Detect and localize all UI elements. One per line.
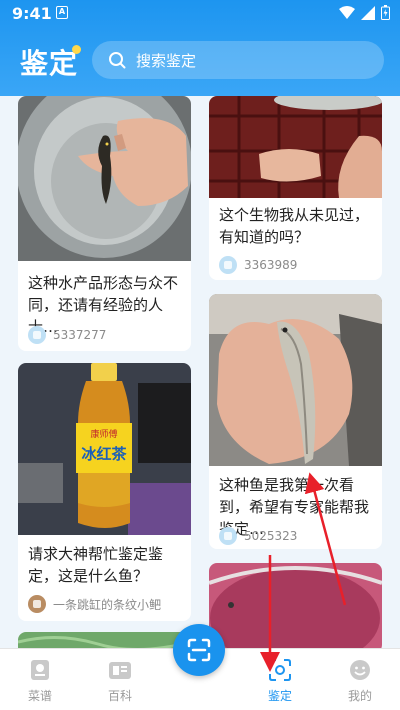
- avatar: [28, 326, 46, 344]
- search-icon: [109, 52, 126, 69]
- card-image-iced-tea-bottle: 康师傅 冰红茶: [18, 363, 191, 535]
- card-meta: 5337277: [28, 326, 106, 344]
- system-icons: [339, 5, 390, 20]
- title-accent-dot: [72, 45, 81, 54]
- nav-item-profile[interactable]: 我的: [330, 659, 390, 704]
- header-bar: 9:41 A 鉴定 搜索鉴定: [0, 0, 400, 96]
- encyclopedia-icon: [109, 662, 131, 679]
- scan-identify-icon: [269, 659, 291, 681]
- sim-icon: A: [56, 6, 68, 19]
- bottle-brand: 康师傅: [90, 428, 117, 439]
- feed-card[interactable]: 康师傅 冰红茶 请求大神帮忙鉴定鉴定，这是什么鱼？ 一条跳缸的条纹小鲃: [18, 363, 191, 621]
- card-count: 5337277: [53, 328, 107, 342]
- search-input[interactable]: 搜索鉴定: [92, 41, 384, 79]
- feed-card[interactable]: [209, 563, 382, 653]
- card-image-silver-fish-in-hand: [209, 294, 382, 466]
- nav-label-profile: 我的: [347, 689, 372, 703]
- card-meta: 5025323: [219, 527, 297, 545]
- search-placeholder: 搜索鉴定: [136, 51, 197, 70]
- status-bar: 9:41 A: [0, 0, 400, 26]
- card-meta: 一条跳缸的条纹小鲃: [28, 595, 161, 613]
- battery-icon: [381, 5, 390, 20]
- nav-label-encyclopedia: 百科: [107, 689, 132, 703]
- page-title: 鉴定: [20, 47, 79, 80]
- card-count: 5025323: [244, 529, 298, 543]
- recipe-icon: [31, 660, 49, 680]
- bottle-product: 冰红茶: [81, 445, 127, 463]
- nav-item-encyclopedia[interactable]: 百科: [90, 659, 150, 704]
- feed-card[interactable]: 这个生物我从未见过，有知道的吗？ 3363989: [209, 96, 382, 280]
- card-caption: 请求大神帮忙鉴定鉴定，这是什么鱼？: [28, 545, 164, 585]
- signal-icon: [361, 5, 375, 20]
- nav-item-identify[interactable]: 鉴定: [250, 659, 310, 704]
- nav-label-identify: 鉴定: [267, 689, 292, 703]
- scan-fab-button[interactable]: [173, 624, 225, 676]
- avatar: [28, 595, 46, 613]
- card-meta: 3363989: [219, 256, 297, 274]
- nav-label-recipe: 菜谱: [27, 689, 52, 703]
- card-image-creature-on-grate: [209, 96, 382, 198]
- feed-card[interactable]: 这种鱼是我第一次看到，希望有专家能帮我鉴定… 5025323: [209, 294, 382, 549]
- card-caption: 这个生物我从未见过，有知道的吗？: [219, 206, 370, 246]
- nav-item-recipe[interactable]: 菜谱: [10, 659, 70, 704]
- card-username: 一条跳缸的条纹小鲃: [53, 597, 162, 612]
- card-image-pink-net: [209, 563, 382, 653]
- avatar: [219, 527, 237, 545]
- feed-card[interactable]: 这种水产品形态与众不同，还请有经验的人士… 5337277: [18, 96, 191, 351]
- profile-face-icon: [350, 660, 370, 680]
- wifi-icon: [339, 5, 355, 19]
- card-image-fish-in-bowl: [18, 96, 191, 261]
- avatar: [219, 256, 237, 274]
- scan-frame-icon: [187, 638, 211, 662]
- status-time: 9:41: [12, 4, 52, 23]
- card-count: 3363989: [244, 258, 298, 272]
